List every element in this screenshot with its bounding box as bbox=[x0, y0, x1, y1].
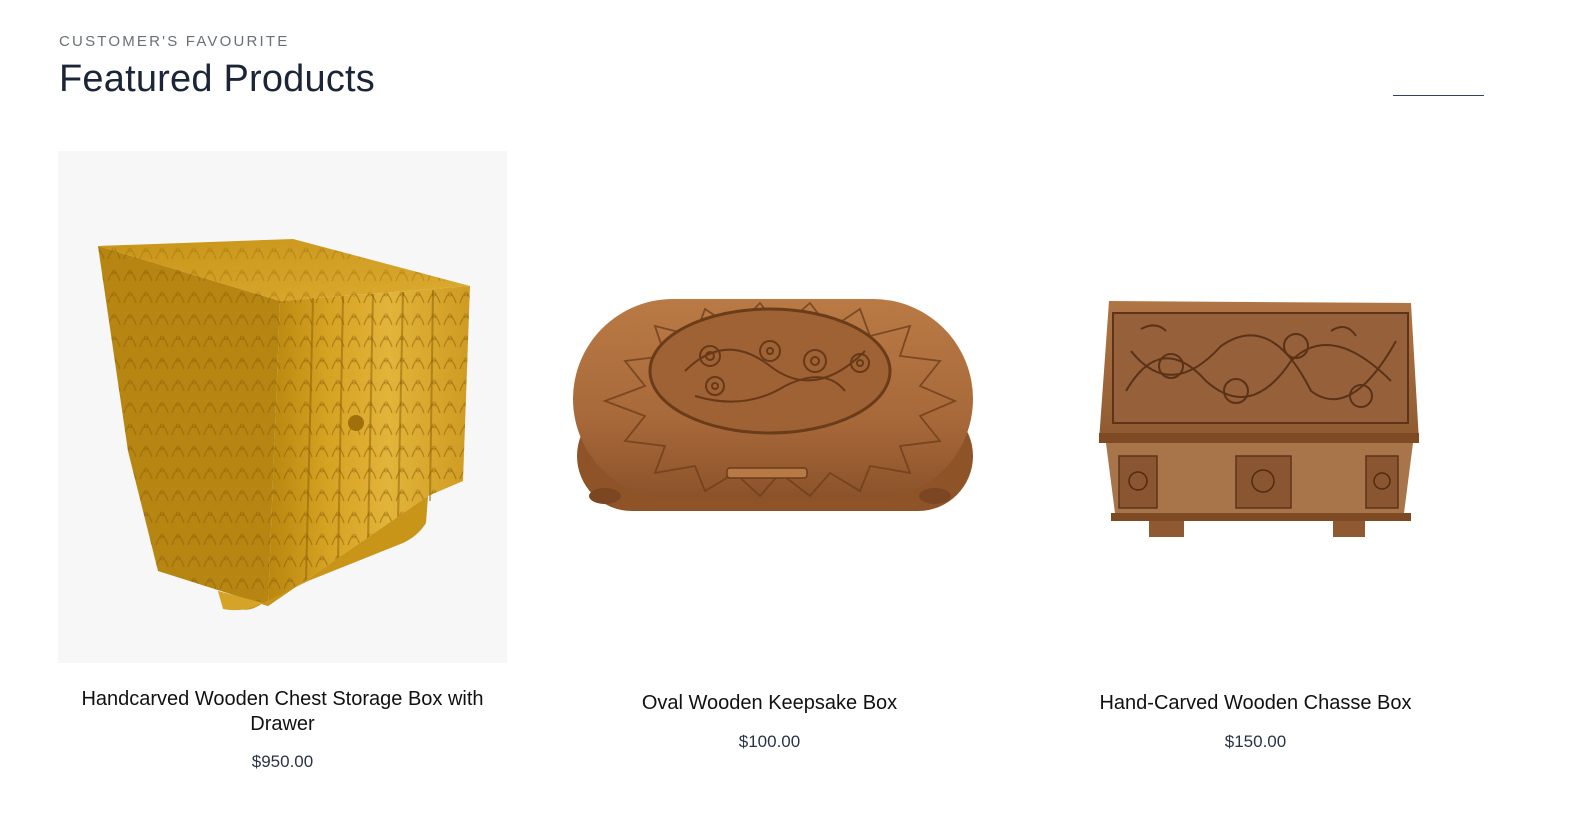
product-card[interactable]: Oval Wooden Keepsake Box $100.00 bbox=[545, 151, 994, 791]
product-image[interactable] bbox=[545, 151, 994, 663]
product-name[interactable]: Hand-Carved Wooden Chasse Box bbox=[1031, 691, 1480, 716]
oval-box-image bbox=[573, 299, 973, 511]
product-image[interactable] bbox=[1031, 151, 1480, 663]
product-card[interactable]: Hand-Carved Wooden Chasse Box $150.00 bbox=[1031, 151, 1480, 791]
section-eyebrow: CUSTOMER'S FAVOURITE bbox=[59, 33, 290, 50]
product-image[interactable] bbox=[58, 151, 507, 663]
product-price: $100.00 bbox=[738, 732, 801, 751]
featured-products-section: CUSTOMER'S FAVOURITE Featured Products H… bbox=[0, 0, 1580, 817]
product-card[interactable]: Handcarved Wooden Chest Storage Box with… bbox=[58, 151, 507, 791]
product-name[interactable]: Oval Wooden Keepsake Box bbox=[545, 691, 994, 716]
section-title: Featured Products bbox=[59, 58, 376, 100]
product-name[interactable]: Handcarved Wooden Chest Storage Box with… bbox=[58, 687, 507, 737]
carved-chest-image bbox=[98, 239, 470, 611]
chasse-box-image bbox=[1099, 301, 1419, 537]
product-price: $950.00 bbox=[251, 752, 314, 771]
view-all-link[interactable] bbox=[1393, 95, 1484, 96]
product-price: $150.00 bbox=[1224, 732, 1287, 751]
